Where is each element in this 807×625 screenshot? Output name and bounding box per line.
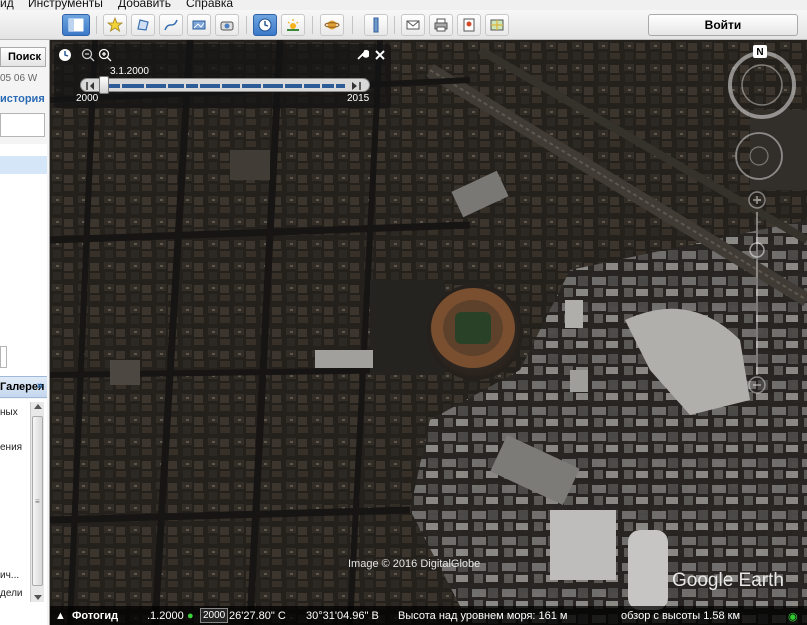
longitude-readout: 30°31'04.96" В — [306, 610, 379, 622]
print-button[interactable] — [429, 14, 453, 36]
historical-imagery-button[interactable] — [253, 14, 277, 36]
add-placemark-button[interactable] — [103, 14, 127, 36]
layers-list-item[interactable]: ич... — [0, 570, 19, 581]
tour-guide-icon[interactable]: ▲ — [55, 610, 66, 622]
pushpin-icon — [107, 17, 123, 32]
scroll-up-icon[interactable] — [34, 404, 42, 409]
wrench-icon[interactable] — [355, 48, 369, 62]
latitude-readout: 26'27.80" С — [229, 610, 286, 622]
ruler-icon — [373, 17, 379, 33]
sidebar-toggle-button[interactable] — [62, 14, 90, 36]
clock-icon — [258, 18, 272, 32]
zoom-in-time-icon[interactable] — [98, 48, 112, 62]
places-button[interactable] — [0, 346, 7, 368]
history-link[interactable]: история — [0, 93, 45, 105]
move-joystick[interactable] — [735, 132, 783, 180]
map-view[interactable] — [50, 40, 807, 625]
record-tour-button[interactable] — [215, 14, 239, 36]
gallery-header[interactable]: Галерея » — [0, 376, 47, 398]
time-slider-track[interactable] — [80, 76, 370, 94]
status-indicator-icon: ● — [187, 610, 194, 622]
menu-item-help[interactable]: Справка — [186, 0, 233, 10]
zoom-slider[interactable] — [742, 190, 772, 400]
scroll-down-icon[interactable] — [34, 595, 42, 600]
sun-icon — [287, 19, 299, 31]
sunlight-button[interactable] — [281, 14, 305, 36]
search-coords-text: 05 06 W — [0, 73, 38, 84]
layers-scrollbar[interactable]: ≡ — [30, 402, 44, 602]
current-date-label: 3.1.2000 — [110, 66, 149, 77]
toolbar-separator — [246, 16, 247, 34]
ruler-button[interactable] — [364, 14, 388, 36]
save-image-icon — [463, 18, 475, 32]
gallery-arrow-icon: » — [36, 380, 43, 392]
navigation-controls: N — [728, 45, 796, 180]
map-icon — [490, 19, 504, 31]
status-bar: ▲ Фотогид .1.2000 ● 2000 26'27.80" С 30°… — [50, 606, 807, 625]
layers-list-item[interactable]: дели — [0, 588, 23, 599]
envelope-icon — [406, 20, 420, 30]
toolbar-separator — [352, 16, 353, 34]
scrollbar-thumb[interactable]: ≡ — [32, 416, 43, 586]
timeline-end-year: 2015 — [347, 93, 370, 104]
selected-list-item[interactable] — [0, 156, 47, 174]
satellite-imagery — [50, 40, 807, 625]
google-earth-logo: Google Earth — [672, 570, 784, 591]
clock-icon[interactable] — [58, 48, 72, 62]
polygon-icon — [137, 19, 149, 31]
add-image-overlay-button[interactable] — [187, 14, 211, 36]
date-field-right: 2000 — [200, 608, 229, 623]
toolbar: Войти — [0, 10, 807, 40]
close-icon[interactable] — [373, 48, 387, 62]
date-field-left: .1.2000 — [147, 610, 184, 622]
svg-text:N: N — [756, 47, 763, 58]
tour-guide-label[interactable]: Фотогид — [72, 610, 118, 622]
layers-list-item[interactable]: ения — [0, 442, 22, 453]
planet-icon — [324, 20, 340, 30]
time-slider-thumb[interactable] — [99, 76, 109, 94]
add-polygon-button[interactable] — [131, 14, 155, 36]
grip-icon: ≡ — [35, 497, 40, 506]
view-in-maps-button[interactable] — [485, 14, 509, 36]
image-overlay-icon — [192, 20, 206, 30]
time-ticks — [86, 82, 361, 90]
compass-ring[interactable]: N — [728, 45, 796, 119]
login-button[interactable]: Войти — [648, 14, 798, 36]
toolbar-separator — [394, 16, 395, 34]
eye-altitude-readout: обзор с высоты 1.58 км — [621, 610, 741, 622]
imagery-credit: Image © 2016 DigitalGlobe — [348, 558, 481, 570]
menu-item-add[interactable]: Добавить — [118, 0, 171, 10]
search-results-list — [0, 144, 47, 384]
printer-icon — [434, 18, 448, 32]
camera-icon — [220, 21, 234, 31]
toolbar-separator — [96, 16, 97, 34]
timeline-start-year: 2000 — [76, 93, 99, 104]
toolbar-separator — [312, 16, 313, 34]
menu-bar: ид Инструменты Добавить Справка — [0, 0, 807, 10]
save-image-button[interactable] — [457, 14, 481, 36]
search-results-box — [0, 113, 45, 137]
add-path-button[interactable] — [159, 14, 183, 36]
switch-to-sky-button[interactable] — [320, 14, 344, 36]
sidebar-icon — [68, 18, 84, 32]
search-button[interactable]: Поиск — [0, 47, 46, 67]
streaming-icon: ◉ — [788, 611, 798, 623]
menu-item-tools[interactable]: Инструменты — [28, 0, 103, 10]
zoom-out-time-icon[interactable] — [81, 48, 95, 62]
menu-item-view[interactable]: ид — [0, 0, 14, 10]
elevation-readout: Высота над уровнем моря: 161 м — [398, 610, 568, 622]
sidebar: Поиск 05 06 W история Галерея » ных ения… — [0, 40, 50, 625]
email-button[interactable] — [401, 14, 425, 36]
layers-list-item[interactable]: ных — [0, 407, 18, 418]
path-icon — [164, 19, 178, 31]
